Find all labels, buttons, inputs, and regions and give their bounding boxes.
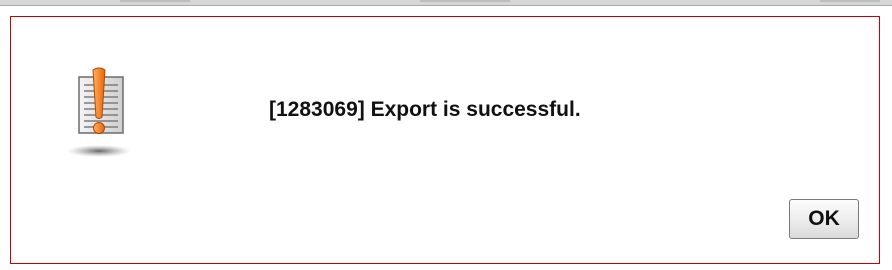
- ok-button[interactable]: OK: [789, 199, 859, 239]
- window-frame-top: [0, 0, 892, 6]
- warning-document-icon: [65, 65, 133, 161]
- frame-edge-mark: [820, 0, 880, 2]
- message-dialog: [1283069] Export is successful. OK: [10, 16, 880, 264]
- frame-edge-mark: [120, 0, 190, 2]
- frame-edge-mark: [420, 0, 510, 2]
- dialog-message: [1283069] Export is successful.: [269, 98, 581, 121]
